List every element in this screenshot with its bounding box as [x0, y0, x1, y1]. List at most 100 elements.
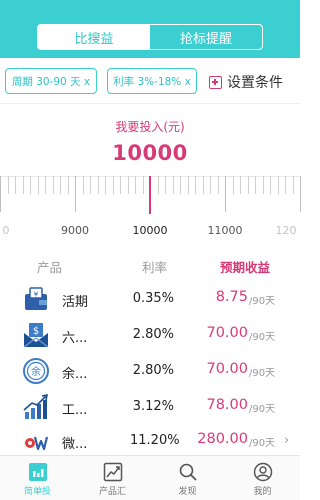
svg-text:¥: ¥	[34, 291, 39, 299]
yuebao-icon: 余	[23, 358, 49, 384]
product-rate: 2.80%	[132, 327, 174, 342]
product-name: 余...	[62, 367, 88, 382]
ruler-tick	[270, 176, 271, 194]
ruler-tick	[157, 176, 159, 194]
search-icon	[179, 463, 197, 481]
period-filter-chip[interactable]: 周期 30-90 天 x	[5, 68, 97, 94]
product-name: 微...	[62, 437, 88, 452]
ruler-tick	[142, 176, 144, 194]
growth-chart-icon	[23, 393, 49, 419]
table-row[interactable]: 余 余... 2.80% 70.00 /90天	[0, 354, 300, 388]
nav-item-simple-invest[interactable]: 简单投	[0, 456, 75, 500]
nav-label: 发现	[178, 487, 197, 497]
ruler-tick	[240, 176, 241, 194]
ruler-tick	[195, 176, 196, 194]
filter-bar: 周期 30-90 天 x 利率 3%-18% x 设置条件	[0, 58, 300, 104]
chart-box-icon	[28, 463, 47, 481]
income-unit: /90天	[249, 296, 276, 307]
tab-bid-reminder[interactable]: 抢标提醒	[150, 25, 262, 49]
svg-text:余: 余	[31, 365, 41, 378]
trend-chart-icon	[103, 462, 122, 482]
nav-label: 我的	[253, 487, 272, 497]
table-row[interactable]: ¥ 活期 0.35% 8.75 /90天	[0, 282, 300, 316]
ruler-tick	[165, 176, 166, 194]
product-name: 六...	[62, 331, 88, 346]
ruler-tick	[262, 176, 264, 194]
add-icon	[209, 75, 222, 89]
nav-item-products[interactable]: 产品汇	[75, 456, 150, 500]
invest-label: 我要投入(元)	[115, 120, 185, 134]
tab-compare-returns[interactable]: 比搜益	[38, 25, 150, 49]
income-unit: /90天	[249, 404, 276, 415]
ruler-tick	[120, 176, 121, 194]
ruler-tick	[210, 176, 211, 194]
product-income: 70.00	[206, 325, 248, 341]
ruler-tick	[67, 176, 69, 194]
ruler-label-9000: 9000	[61, 224, 89, 237]
user-icon	[253, 462, 272, 482]
ruler-tick	[217, 176, 219, 194]
income-unit: /90天	[249, 438, 276, 449]
product-income: 280.00	[197, 431, 248, 447]
ruler-tick	[292, 176, 294, 194]
nav-label: 产品汇	[98, 487, 126, 497]
yen-wallet-icon: ¥	[25, 287, 47, 310]
ruler-tick	[45, 176, 46, 194]
nav-label: 简单投	[23, 487, 51, 497]
weixin-icon	[25, 436, 49, 451]
ruler-tick	[22, 176, 24, 194]
ruler-tick	[75, 176, 76, 212]
nav-item-discover[interactable]: 发现	[150, 456, 225, 500]
income-unit: /90天	[249, 332, 276, 343]
ruler-tick	[285, 176, 286, 194]
product-income: 8.75	[215, 289, 248, 305]
product-name: 活期	[62, 295, 89, 310]
table-row[interactable]: $ 六... 2.80% 70.00 /90天	[0, 318, 300, 352]
nav-item-mine[interactable]: 我的	[225, 456, 300, 500]
header-rate[interactable]: 利率	[142, 257, 167, 276]
ruler-tick	[0, 176, 1, 212]
ruler-tick	[225, 176, 226, 212]
header-product[interactable]: 产品	[37, 257, 62, 276]
ruler-tick	[82, 176, 84, 194]
product-income: 70.00	[206, 361, 248, 377]
ruler-tick	[202, 176, 204, 194]
table-header: 产品 利率 预期收益	[0, 253, 300, 279]
ruler-tick	[127, 176, 129, 194]
divider	[0, 103, 300, 104]
ruler-tick	[60, 176, 61, 194]
ruler-tick	[15, 176, 16, 194]
ruler-tick	[30, 176, 31, 194]
ruler-label-11000: 11000	[207, 224, 243, 237]
ruler-tick	[97, 176, 99, 194]
top-header: 比搜益 抢标提醒	[0, 0, 300, 58]
ruler-tick	[112, 176, 114, 194]
settings-label: 设置条件	[227, 75, 283, 91]
ruler-tick	[255, 176, 256, 194]
table-row[interactable]: 微... 11.20% 280.00 /90天 ›	[0, 424, 300, 458]
product-income: 78.00	[206, 397, 248, 413]
mode-switch: 比搜益 抢标提醒	[37, 24, 263, 50]
table-row[interactable]: 工... 3.12% 78.00 /90天	[0, 390, 300, 424]
ruler-tick	[90, 176, 91, 194]
ruler-tick	[7, 176, 9, 194]
ruler-tick	[172, 176, 174, 194]
ruler-tick	[232, 176, 234, 194]
ruler-label-partial-right: 120	[275, 224, 297, 237]
rate-filter-chip[interactable]: 利率 3%-18% x	[107, 68, 197, 94]
ruler-tick	[37, 176, 39, 194]
product-rate: 11.20%	[130, 433, 180, 448]
ruler-tick	[135, 176, 136, 194]
ruler-indicator[interactable]	[149, 176, 151, 214]
amount-ruler-slider[interactable]: 0 9000 10000 11000 120	[0, 176, 301, 244]
ruler-tick	[180, 176, 181, 194]
product-rate: 2.80%	[132, 363, 174, 378]
settings-button[interactable]: 设置条件	[209, 73, 283, 91]
product-name: 工...	[62, 403, 88, 418]
header-expected-income[interactable]: 预期收益	[220, 257, 270, 276]
ruler-tick	[247, 176, 249, 194]
ruler-label-partial-left: 0	[2, 224, 10, 237]
chevron-right-icon[interactable]: ›	[284, 433, 289, 448]
svg-text:$: $	[33, 326, 39, 337]
ruler-tick	[187, 176, 189, 194]
